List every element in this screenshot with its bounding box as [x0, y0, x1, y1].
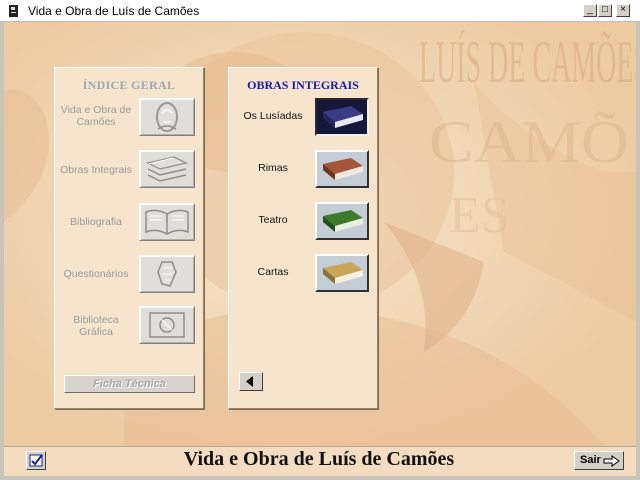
work-label-teatro: Teatro	[258, 214, 288, 226]
rimas-book-button[interactable]	[315, 150, 369, 188]
checkmark-icon	[29, 454, 43, 467]
work-label-lusiadas: Os Lusíadas	[243, 110, 303, 122]
index-label-biblioteca-grafica: Biblioteca Gráfica	[73, 314, 119, 338]
background-watermark: LUÍS DE CAMÕES	[419, 29, 636, 95]
portrait-icon	[156, 102, 178, 132]
minimize-button[interactable]: _	[583, 4, 597, 17]
svg-text:ES: ES	[449, 187, 510, 244]
back-button[interactable]	[239, 372, 263, 391]
arrow-left-icon	[246, 376, 253, 387]
book-icon	[323, 262, 363, 284]
svg-text:CAMÕ: CAMÕ	[429, 109, 629, 175]
title-bar: Vida e Obra de Luís de Camões _ □ ×	[0, 0, 640, 22]
open-book-icon	[145, 209, 189, 235]
cartas-book-button[interactable]	[315, 254, 369, 292]
bottom-bar: Vida e Obra de Luís de Camões Sair	[4, 446, 636, 476]
index-label-bibliografia: Bibliografia	[70, 216, 122, 228]
work-label-rimas: Rimas	[258, 162, 288, 174]
works-heading: OBRAS INTEGRAIS	[247, 78, 359, 92]
works-panel: OBRAS INTEGRAIS Os Lusíadas Rimas Teatro	[228, 67, 378, 409]
book-icon	[323, 106, 363, 128]
books-icon	[145, 156, 189, 182]
index-label-questionarios: Questionários	[63, 268, 129, 280]
book-icon	[323, 210, 363, 232]
ficha-tecnica-button[interactable]: Ficha Técnica	[64, 375, 195, 393]
app-icon	[9, 5, 18, 17]
questionnaire-icon	[157, 261, 177, 287]
window-frame-bottom	[0, 476, 640, 480]
lusiadas-book-button[interactable]	[315, 98, 369, 136]
exit-label: Sair	[580, 454, 601, 466]
graphic-library-icon	[149, 312, 185, 338]
exit-button[interactable]: Sair	[574, 451, 624, 470]
index-panel: ÍNDICE GERAL Vida e Obra de Camões Obras…	[54, 67, 204, 409]
index-heading: ÍNDICE GERAL	[82, 78, 176, 92]
work-label-cartas: Cartas	[257, 266, 289, 278]
index-label-obras-integrais: Obras Integrais	[60, 164, 132, 176]
biblioteca-grafica-button[interactable]	[139, 306, 195, 344]
close-button[interactable]: ×	[616, 4, 630, 17]
index-label-vida-e-obra: Vida e Obra de Camões	[60, 104, 132, 128]
vida-e-obra-button[interactable]	[139, 98, 195, 136]
questionarios-button[interactable]	[139, 255, 195, 293]
window-title: Vida e Obra de Luís de Camões	[28, 4, 200, 18]
book-icon	[323, 158, 363, 180]
obras-integrais-button[interactable]	[139, 150, 195, 188]
teatro-book-button[interactable]	[315, 202, 369, 240]
arrow-right-icon	[603, 455, 620, 467]
check-button[interactable]	[26, 451, 46, 470]
maximize-button[interactable]: □	[598, 4, 612, 17]
footer-title: Vida e Obra de Luís de Camões	[183, 448, 455, 470]
main-stage: LUÍS DE CAMÕES CAMÕ ES ÍNDICE GERAL Vida…	[4, 22, 636, 446]
bibliografia-button[interactable]	[139, 203, 195, 241]
